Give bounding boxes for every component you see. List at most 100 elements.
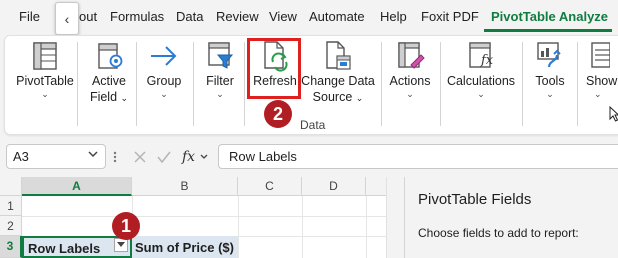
chevron-down-icon: ⌄ — [546, 89, 554, 99]
column-header-d[interactable]: D — [302, 177, 366, 196]
active-field-label-line2: Field ⌄ — [90, 89, 128, 106]
dropdown-arrow-icon — [117, 242, 125, 247]
show-icon — [586, 39, 616, 73]
chevron-down-icon: ⌄ — [355, 93, 364, 103]
row-labels-filter-button[interactable] — [114, 238, 128, 252]
calculations-label: Calculations — [446, 74, 516, 88]
column-header-c[interactable]: C — [238, 177, 302, 196]
pane-subtitle: Choose fields to add to report: — [418, 226, 579, 240]
tab-help[interactable]: Help — [380, 9, 407, 25]
pivottable-button[interactable]: PivotTable ⌄ — [14, 39, 76, 99]
group-label: Group — [146, 74, 182, 88]
tab-data[interactable]: Data — [176, 9, 203, 25]
chevron-down-icon: ⌄ — [216, 89, 224, 99]
svg-text:fx: fx — [480, 53, 494, 68]
formula-input[interactable]: Row Labels — [218, 144, 618, 169]
chevron-left-icon: ‹ — [64, 10, 70, 27]
enter-check-icon[interactable] — [156, 149, 172, 165]
cell-b3-value: Sum of Price ($) — [135, 240, 234, 255]
gridline — [366, 196, 367, 258]
data-group-label: Data — [300, 118, 326, 132]
filter-button[interactable]: Filter ⌄ — [201, 39, 239, 99]
group-button[interactable]: Group ⌄ — [143, 39, 185, 99]
active-field-label-text: Field — [89, 90, 118, 104]
ribbon-divider — [440, 42, 441, 126]
column-header-a[interactable]: A — [22, 177, 132, 196]
tools-button[interactable]: Tools ⌄ — [528, 39, 572, 99]
formula-value: Row Labels — [229, 149, 297, 164]
tab-layout[interactable]: out — [79, 9, 97, 25]
actions-label: Actions — [389, 74, 431, 88]
show-button[interactable]: Show ⌄ — [586, 39, 618, 99]
actions-button[interactable]: Actions ⌄ — [387, 39, 433, 99]
active-field-label-line1: Active — [91, 74, 127, 88]
refresh-highlight-box — [247, 38, 301, 99]
change-data-source-icon — [318, 39, 358, 73]
mouse-pointer-icon — [609, 106, 618, 122]
ribbon-divider — [522, 42, 523, 126]
tab-file[interactable]: File — [19, 9, 40, 25]
change-data-source-button[interactable]: Change Data Source ⌄ — [301, 39, 375, 106]
select-all-corner[interactable] — [0, 177, 22, 196]
ribbon-divider — [577, 42, 578, 126]
calculations-icon: fx — [461, 39, 501, 73]
name-box[interactable]: A3 — [6, 144, 106, 169]
chevron-down-icon: ⌄ — [41, 89, 49, 99]
row-header-1[interactable]: 1 — [0, 196, 22, 216]
actions-icon — [390, 39, 430, 73]
column-header-b[interactable]: B — [132, 177, 238, 196]
tab-review[interactable]: Review — [216, 9, 259, 25]
ribbon-tab-bar: File out Formulas Data Review View Autom… — [0, 0, 618, 35]
ribbon-divider — [193, 42, 194, 126]
gridline — [238, 196, 239, 258]
pane-title: PivotTable Fields — [418, 191, 532, 208]
vertical-scrollbar[interactable] — [386, 177, 404, 258]
ribbon-divider — [77, 42, 78, 126]
active-field-icon — [89, 39, 129, 73]
callout-badge-2: 2 — [264, 100, 292, 128]
pivottable-fields-pane — [404, 177, 618, 258]
arrow-right-icon — [144, 39, 184, 73]
cell-b3[interactable]: Sum of Price ($) — [132, 236, 238, 258]
callout-badge-1: 1 — [112, 212, 140, 240]
chevron-down-icon: ⌄ — [477, 89, 485, 99]
column-header-e[interactable] — [366, 177, 386, 196]
change-data-source-label-line1: Change Data — [301, 74, 375, 88]
active-tab-indicator — [484, 29, 612, 32]
tab-view[interactable]: View — [269, 9, 297, 25]
chevron-down-icon[interactable] — [199, 151, 209, 163]
filter-icon — [200, 39, 240, 73]
active-field-button[interactable]: Active Field ⌄ — [84, 39, 134, 106]
tab-formulas[interactable]: Formulas — [110, 9, 164, 25]
change-data-source-label-text: Source — [312, 90, 353, 104]
row-header-3[interactable]: 3 — [0, 236, 22, 258]
row-header-2[interactable]: 2 — [0, 216, 22, 236]
chevron-down-icon: ⌄ — [160, 89, 168, 99]
tab-foxit-pdf[interactable]: Foxit PDF — [421, 9, 479, 25]
change-data-source-label-line2: Source ⌄ — [313, 89, 364, 106]
tools-icon — [530, 39, 570, 73]
ribbon-divider — [244, 42, 245, 126]
tools-label: Tools — [535, 74, 565, 88]
show-label: Show — [586, 74, 618, 88]
insert-function-button[interactable]: fx — [182, 149, 195, 165]
chevron-down-icon: ⌄ — [406, 89, 414, 99]
name-box-value: A3 — [13, 149, 29, 164]
pivottable-label: PivotTable — [16, 74, 74, 88]
chevron-down-icon — [87, 147, 99, 164]
cell-a3-value: Row Labels — [28, 241, 101, 256]
tab-scroll-left-button[interactable]: ‹ — [55, 2, 79, 35]
filter-label: Filter — [206, 74, 234, 88]
cancel-icon[interactable] — [132, 149, 148, 165]
tab-automate[interactable]: Automate — [309, 9, 365, 25]
chevron-down-icon: ⌄ — [120, 93, 129, 103]
ribbon-divider — [381, 42, 382, 126]
formula-bar-grip-icon[interactable] — [112, 150, 118, 164]
calculations-button[interactable]: fx Calculations ⌄ — [446, 39, 516, 99]
formula-controls: fx — [122, 144, 214, 169]
pivottable-icon — [25, 39, 65, 73]
gridline — [302, 196, 303, 258]
tab-pivottable-analyze[interactable]: PivotTable Analyze — [491, 9, 608, 25]
ribbon-divider — [136, 42, 137, 126]
chevron-down-icon: ⌄ — [594, 89, 602, 99]
